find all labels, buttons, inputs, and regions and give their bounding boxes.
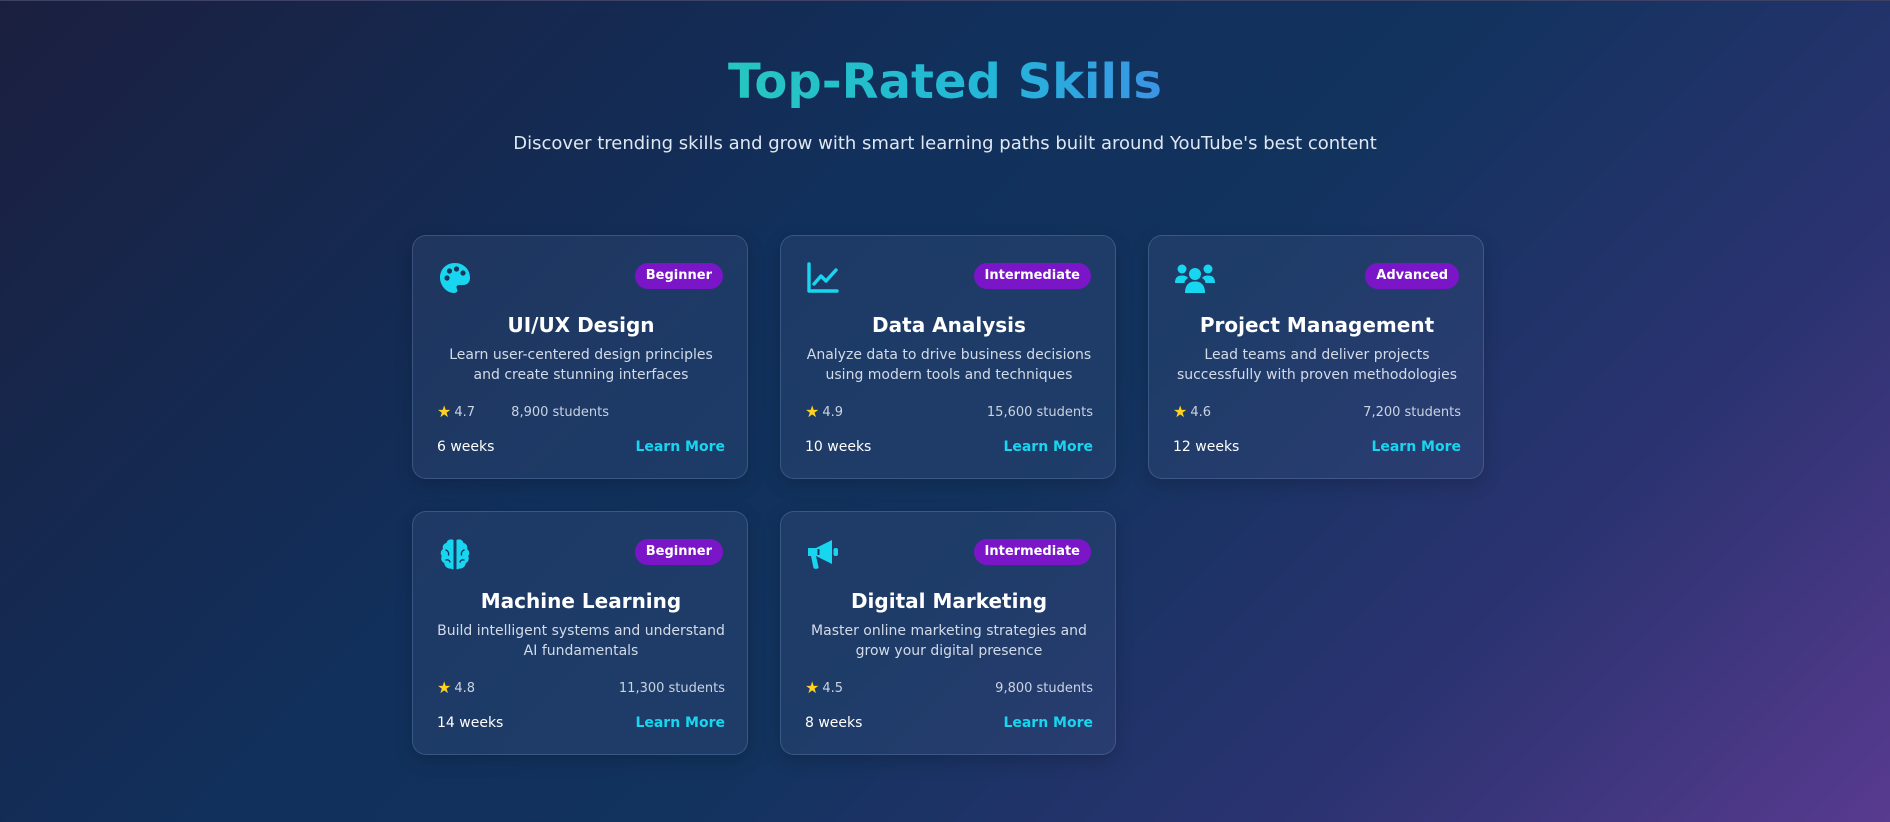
duration: 12 weeks xyxy=(1173,439,1240,455)
rating: ★ 4.8 xyxy=(437,680,475,696)
duration: 14 weeks xyxy=(437,715,504,731)
star-icon: ★ xyxy=(805,678,820,697)
chart-line-icon xyxy=(805,260,841,296)
card-title: UI/UX Design xyxy=(507,313,655,337)
student-count: 7,200 students xyxy=(1363,404,1461,420)
student-count: 15,600 students xyxy=(986,404,1093,420)
learn-more-link[interactable]: Learn More xyxy=(1003,439,1093,455)
skill-card-digital-marketing[interactable]: Intermediate Digital Marketing Master on… xyxy=(780,511,1116,755)
learn-more-link[interactable]: Learn More xyxy=(635,715,725,731)
level-badge: Intermediate xyxy=(973,263,1091,289)
level-badge: Beginner xyxy=(634,263,723,289)
student-count: 11,300 students xyxy=(618,680,725,696)
level-badge: Intermediate xyxy=(973,539,1091,565)
card-description: Build intelligent systems and understand… xyxy=(437,623,725,659)
student-count: 8,900 students xyxy=(511,404,609,420)
skill-card-project-management[interactable]: Advanced Project Management Lead teams a… xyxy=(1148,235,1484,479)
learn-more-link[interactable]: Learn More xyxy=(635,439,725,455)
star-icon: ★ xyxy=(437,678,452,697)
duration: 10 weeks xyxy=(805,439,872,455)
card-title: Data Analysis xyxy=(872,313,1026,337)
star-icon: ★ xyxy=(805,402,820,421)
card-footer: 10 weeks Learn More xyxy=(805,437,1093,457)
rating: ★ 4.9 xyxy=(805,404,843,420)
learn-more-link[interactable]: Learn More xyxy=(1371,439,1461,455)
card-description: Learn user-centered design principles an… xyxy=(449,347,713,383)
duration: 8 weeks xyxy=(805,715,863,731)
card-footer: 14 weeks Learn More xyxy=(437,713,725,733)
card-description: Lead teams and deliver projects successf… xyxy=(1176,347,1458,383)
student-count: 9,800 students xyxy=(995,680,1093,696)
rating-value: 4.8 xyxy=(454,680,476,696)
card-footer: 12 weeks Learn More xyxy=(1173,437,1461,457)
users-icon xyxy=(1173,260,1217,296)
card-footer: 8 weeks Learn More xyxy=(805,713,1093,733)
card-meta: ★ 4.8 11,300 students xyxy=(437,678,725,698)
brain-icon xyxy=(437,536,473,572)
card-meta: ★ 4.9 15,600 students xyxy=(805,402,1093,422)
card-title: Machine Learning xyxy=(480,589,682,613)
card-title: Project Management xyxy=(1199,313,1435,337)
top-border-line xyxy=(0,0,1890,1)
duration: 6 weeks xyxy=(437,439,495,455)
megaphone-icon xyxy=(805,536,841,572)
skill-card-ui-ux-design[interactable]: Beginner UI/UX Design Learn user-centere… xyxy=(412,235,748,479)
rating: ★ 4.7 xyxy=(437,404,475,420)
palette-icon xyxy=(437,260,473,296)
section-header: Top-Rated Skills Discover trending skill… xyxy=(0,52,1890,156)
star-icon: ★ xyxy=(1173,402,1188,421)
rating: ★ 4.5 xyxy=(805,680,843,696)
card-meta: ★ 4.7 8,900 students xyxy=(437,402,725,422)
card-description: Analyze data to drive business decisions… xyxy=(806,347,1092,383)
learn-more-link[interactable]: Learn More xyxy=(1003,715,1093,731)
level-badge: Beginner xyxy=(634,539,723,565)
card-meta: ★ 4.6 7,200 students xyxy=(1173,402,1461,422)
star-icon: ★ xyxy=(437,402,452,421)
rating-value: 4.9 xyxy=(822,404,844,420)
rating-value: 4.7 xyxy=(454,404,476,420)
rating-value: 4.6 xyxy=(1190,404,1212,420)
rating: ★ 4.6 xyxy=(1173,404,1211,420)
skill-card-machine-learning[interactable]: Beginner Machine Learning Build intellig… xyxy=(412,511,748,755)
level-badge: Advanced xyxy=(1365,263,1459,289)
card-footer: 6 weeks Learn More xyxy=(437,437,725,457)
page-subtitle: Discover trending skills and grow with s… xyxy=(513,133,1377,154)
skills-grid: Beginner UI/UX Design Learn user-centere… xyxy=(412,235,1486,755)
card-description: Master online marketing strategies and g… xyxy=(811,623,1087,659)
skill-card-data-analysis[interactable]: Intermediate Data Analysis Analyze data … xyxy=(780,235,1116,479)
page-title: Top-Rated Skills xyxy=(728,54,1162,110)
card-meta: ★ 4.5 9,800 students xyxy=(805,678,1093,698)
rating-value: 4.5 xyxy=(822,680,844,696)
card-title: Digital Marketing xyxy=(850,589,1048,613)
